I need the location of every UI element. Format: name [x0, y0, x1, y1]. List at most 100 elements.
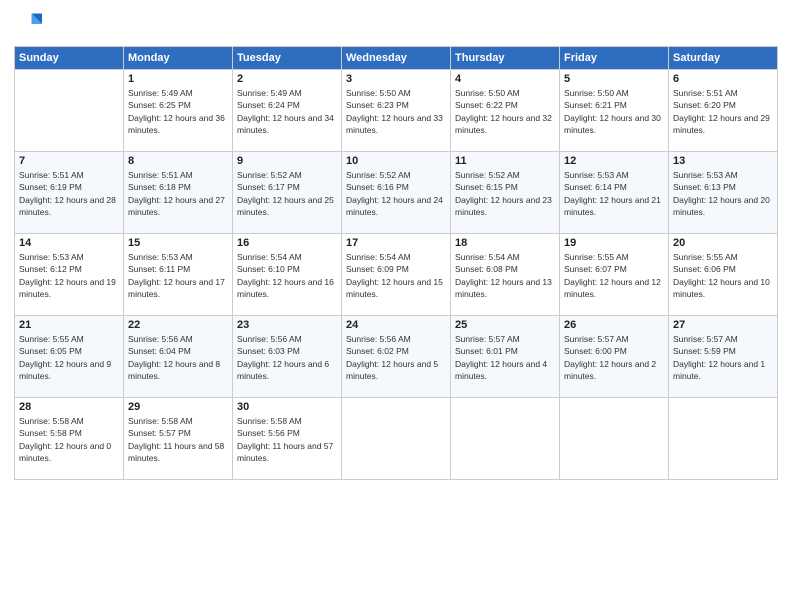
day-cell: 2 Sunrise: 5:49 AMSunset: 6:24 PMDayligh… [233, 70, 342, 152]
day-cell: 6 Sunrise: 5:51 AMSunset: 6:20 PMDayligh… [669, 70, 778, 152]
logo-icon [14, 10, 42, 38]
day-info: Sunrise: 5:55 AMSunset: 6:07 PMDaylight:… [564, 251, 664, 300]
day-cell: 11 Sunrise: 5:52 AMSunset: 6:15 PMDaylig… [451, 152, 560, 234]
day-info: Sunrise: 5:50 AMSunset: 6:22 PMDaylight:… [455, 87, 555, 136]
day-cell: 15 Sunrise: 5:53 AMSunset: 6:11 PMDaylig… [124, 234, 233, 316]
day-info: Sunrise: 5:52 AMSunset: 6:16 PMDaylight:… [346, 169, 446, 218]
day-number: 19 [564, 237, 664, 249]
day-cell: 19 Sunrise: 5:55 AMSunset: 6:07 PMDaylig… [560, 234, 669, 316]
day-cell: 25 Sunrise: 5:57 AMSunset: 6:01 PMDaylig… [451, 316, 560, 398]
day-info: Sunrise: 5:52 AMSunset: 6:17 PMDaylight:… [237, 169, 337, 218]
week-row-1: 7 Sunrise: 5:51 AMSunset: 6:19 PMDayligh… [15, 152, 778, 234]
header-wednesday: Wednesday [342, 47, 451, 70]
day-number: 7 [19, 155, 119, 167]
day-info: Sunrise: 5:50 AMSunset: 6:23 PMDaylight:… [346, 87, 446, 136]
day-info: Sunrise: 5:52 AMSunset: 6:15 PMDaylight:… [455, 169, 555, 218]
week-row-2: 14 Sunrise: 5:53 AMSunset: 6:12 PMDaylig… [15, 234, 778, 316]
day-number: 28 [19, 401, 119, 413]
day-number: 30 [237, 401, 337, 413]
day-number: 3 [346, 73, 446, 85]
day-info: Sunrise: 5:53 AMSunset: 6:13 PMDaylight:… [673, 169, 773, 218]
week-row-3: 21 Sunrise: 5:55 AMSunset: 6:05 PMDaylig… [15, 316, 778, 398]
day-cell: 10 Sunrise: 5:52 AMSunset: 6:16 PMDaylig… [342, 152, 451, 234]
day-cell: 8 Sunrise: 5:51 AMSunset: 6:18 PMDayligh… [124, 152, 233, 234]
logo [14, 10, 46, 38]
day-number: 1 [128, 73, 228, 85]
day-number: 10 [346, 155, 446, 167]
day-cell: 28 Sunrise: 5:58 AMSunset: 5:58 PMDaylig… [15, 398, 124, 480]
day-cell: 14 Sunrise: 5:53 AMSunset: 6:12 PMDaylig… [15, 234, 124, 316]
day-cell [342, 398, 451, 480]
day-info: Sunrise: 5:49 AMSunset: 6:25 PMDaylight:… [128, 87, 228, 136]
day-cell: 29 Sunrise: 5:58 AMSunset: 5:57 PMDaylig… [124, 398, 233, 480]
week-row-0: 1 Sunrise: 5:49 AMSunset: 6:25 PMDayligh… [15, 70, 778, 152]
day-cell: 9 Sunrise: 5:52 AMSunset: 6:17 PMDayligh… [233, 152, 342, 234]
day-cell: 22 Sunrise: 5:56 AMSunset: 6:04 PMDaylig… [124, 316, 233, 398]
day-info: Sunrise: 5:56 AMSunset: 6:03 PMDaylight:… [237, 333, 337, 382]
day-number: 20 [673, 237, 773, 249]
day-info: Sunrise: 5:58 AMSunset: 5:56 PMDaylight:… [237, 415, 337, 464]
day-info: Sunrise: 5:57 AMSunset: 6:01 PMDaylight:… [455, 333, 555, 382]
header-sunday: Sunday [15, 47, 124, 70]
day-info: Sunrise: 5:56 AMSunset: 6:02 PMDaylight:… [346, 333, 446, 382]
day-number: 21 [19, 319, 119, 331]
day-number: 23 [237, 319, 337, 331]
header-monday: Monday [124, 47, 233, 70]
header-tuesday: Tuesday [233, 47, 342, 70]
day-number: 4 [455, 73, 555, 85]
day-number: 26 [564, 319, 664, 331]
header-friday: Friday [560, 47, 669, 70]
day-info: Sunrise: 5:53 AMSunset: 6:11 PMDaylight:… [128, 251, 228, 300]
calendar-table: SundayMondayTuesdayWednesdayThursdayFrid… [14, 46, 778, 480]
day-number: 9 [237, 155, 337, 167]
header-saturday: Saturday [669, 47, 778, 70]
day-cell [451, 398, 560, 480]
header-thursday: Thursday [451, 47, 560, 70]
day-info: Sunrise: 5:54 AMSunset: 6:08 PMDaylight:… [455, 251, 555, 300]
day-number: 27 [673, 319, 773, 331]
day-cell: 27 Sunrise: 5:57 AMSunset: 5:59 PMDaylig… [669, 316, 778, 398]
day-cell: 7 Sunrise: 5:51 AMSunset: 6:19 PMDayligh… [15, 152, 124, 234]
day-cell: 17 Sunrise: 5:54 AMSunset: 6:09 PMDaylig… [342, 234, 451, 316]
day-number: 22 [128, 319, 228, 331]
day-number: 18 [455, 237, 555, 249]
day-info: Sunrise: 5:51 AMSunset: 6:18 PMDaylight:… [128, 169, 228, 218]
day-number: 29 [128, 401, 228, 413]
day-number: 13 [673, 155, 773, 167]
day-cell [560, 398, 669, 480]
day-cell: 5 Sunrise: 5:50 AMSunset: 6:21 PMDayligh… [560, 70, 669, 152]
day-info: Sunrise: 5:53 AMSunset: 6:14 PMDaylight:… [564, 169, 664, 218]
day-cell: 16 Sunrise: 5:54 AMSunset: 6:10 PMDaylig… [233, 234, 342, 316]
day-cell: 3 Sunrise: 5:50 AMSunset: 6:23 PMDayligh… [342, 70, 451, 152]
day-cell: 4 Sunrise: 5:50 AMSunset: 6:22 PMDayligh… [451, 70, 560, 152]
day-cell: 13 Sunrise: 5:53 AMSunset: 6:13 PMDaylig… [669, 152, 778, 234]
day-cell: 18 Sunrise: 5:54 AMSunset: 6:08 PMDaylig… [451, 234, 560, 316]
day-info: Sunrise: 5:57 AMSunset: 5:59 PMDaylight:… [673, 333, 773, 382]
day-cell: 24 Sunrise: 5:56 AMSunset: 6:02 PMDaylig… [342, 316, 451, 398]
day-info: Sunrise: 5:56 AMSunset: 6:04 PMDaylight:… [128, 333, 228, 382]
day-info: Sunrise: 5:51 AMSunset: 6:20 PMDaylight:… [673, 87, 773, 136]
day-info: Sunrise: 5:50 AMSunset: 6:21 PMDaylight:… [564, 87, 664, 136]
day-info: Sunrise: 5:58 AMSunset: 5:58 PMDaylight:… [19, 415, 119, 464]
day-number: 24 [346, 319, 446, 331]
day-cell: 21 Sunrise: 5:55 AMSunset: 6:05 PMDaylig… [15, 316, 124, 398]
day-cell: 26 Sunrise: 5:57 AMSunset: 6:00 PMDaylig… [560, 316, 669, 398]
day-cell: 30 Sunrise: 5:58 AMSunset: 5:56 PMDaylig… [233, 398, 342, 480]
day-cell: 23 Sunrise: 5:56 AMSunset: 6:03 PMDaylig… [233, 316, 342, 398]
day-number: 12 [564, 155, 664, 167]
day-number: 15 [128, 237, 228, 249]
calendar-header-row: SundayMondayTuesdayWednesdayThursdayFrid… [15, 47, 778, 70]
day-info: Sunrise: 5:53 AMSunset: 6:12 PMDaylight:… [19, 251, 119, 300]
day-info: Sunrise: 5:55 AMSunset: 6:06 PMDaylight:… [673, 251, 773, 300]
day-number: 25 [455, 319, 555, 331]
day-number: 8 [128, 155, 228, 167]
day-info: Sunrise: 5:54 AMSunset: 6:10 PMDaylight:… [237, 251, 337, 300]
day-cell [669, 398, 778, 480]
day-number: 16 [237, 237, 337, 249]
day-number: 14 [19, 237, 119, 249]
day-info: Sunrise: 5:54 AMSunset: 6:09 PMDaylight:… [346, 251, 446, 300]
day-info: Sunrise: 5:51 AMSunset: 6:19 PMDaylight:… [19, 169, 119, 218]
day-number: 6 [673, 73, 773, 85]
day-number: 11 [455, 155, 555, 167]
page-header [14, 10, 778, 38]
